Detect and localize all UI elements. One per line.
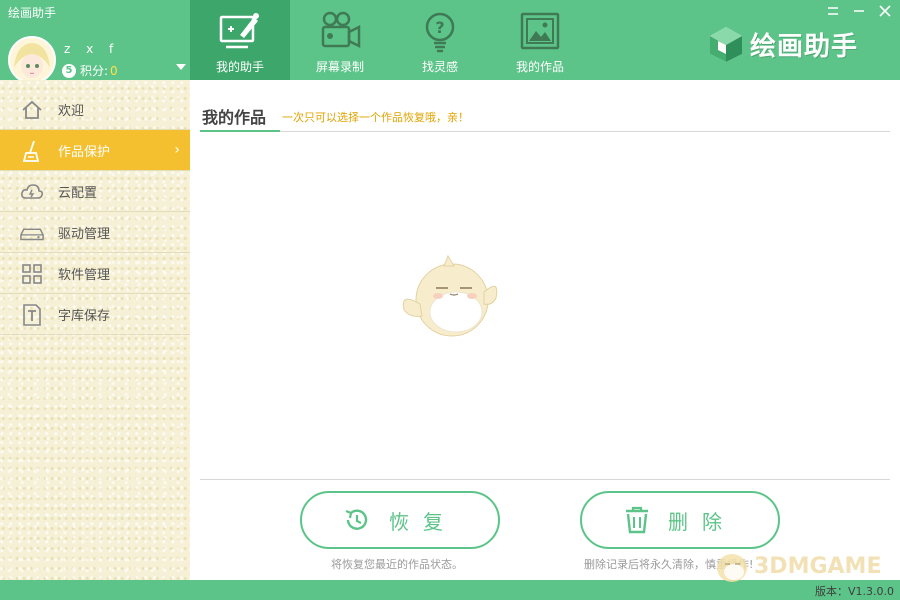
tab-find-inspiration[interactable]: ? 找灵感 [390,0,490,80]
title-underline [200,130,280,132]
cloud-icon [20,180,44,204]
title-bar: 绘画助手 z x f 5 积分: 0 我的助手 屏幕录制 ? 找灵感 我的作品 … [0,0,900,84]
clock-icon [345,509,368,530]
close-icon[interactable] [876,3,894,19]
sidebar: 欢迎 作品保护 › 云配置 驱动管理 软件管理 字库保存 [0,80,190,580]
tab-my-assistant[interactable]: 我的助手 [190,0,290,80]
sidebar-item-welcome[interactable]: 欢迎 [0,89,190,130]
sidebar-item-work-protect[interactable]: 作品保护 › [0,130,190,171]
tab-my-works[interactable]: 我的作品 [490,0,590,80]
sidebar-item-label: 软件管理 [58,267,111,283]
points-value: 0 [110,63,118,78]
trash-icon [626,506,648,534]
restore-note: 将恢复您最近的作品状态。 [331,558,463,571]
grid-icon [20,262,44,286]
paint-brush-icon [20,139,44,163]
points-label: 积分: [80,64,109,78]
section-hint: 一次只可以选择一个作品恢复哦，亲！ [282,111,469,124]
version-label: 版本：V1.3.0.0 [814,585,894,598]
watermark-mascot-icon [717,554,747,582]
sidebar-item-label: 云配置 [58,185,98,201]
minimize-button[interactable] [850,3,868,19]
tab-label: 我的助手 [215,60,264,74]
sidebar-item-label: 欢迎 [58,103,85,119]
points-display: 5 积分: 0 [62,62,118,79]
level-badge: 5 [62,63,76,78]
sidebar-item-label: 字库保存 [58,308,111,324]
sidebar-item-label: 驱动管理 [58,226,111,242]
lightbulb-icon: ? [417,8,463,54]
sidebar-item-software-manage[interactable]: 软件管理 [0,253,190,294]
tab-screen-record[interactable]: 屏幕录制 [290,0,390,80]
tab-label: 找灵感 [421,60,458,74]
sidebar-item-label: 作品保护 [58,144,111,160]
watermark: 3DMGAME [712,548,881,584]
delete-button[interactable]: 删除 [580,491,780,549]
window-controls [824,3,894,19]
assistant-monitor-icon [217,8,263,54]
divider [200,479,890,480]
tab-label: 我的作品 [515,60,564,74]
tab-label: 屏幕录制 [315,60,364,74]
brand-text: 绘画助手 [750,31,859,62]
delete-label: 删除 [668,509,736,534]
username: z x f [64,42,120,56]
restore-label: 恢复 [389,509,457,534]
svg-text:?: ? [435,18,444,37]
divider [280,131,890,132]
chevron-right-icon: › [174,142,180,158]
avatar[interactable] [8,36,56,84]
watermark-text: 3DMGAME [754,553,882,579]
font-icon [20,303,44,327]
page-title: 我的作品 [202,108,267,127]
camera-icon [317,8,363,54]
main-nav: 我的助手 屏幕录制 ? 找灵感 我的作品 [190,0,590,80]
app-title: 绘画助手 [8,6,57,20]
sidebar-item-driver-manage[interactable]: 驱动管理 [0,212,190,253]
minimize-icon[interactable] [824,3,842,19]
brand-logo: 绘画助手 [706,24,858,64]
sidebar-item-cloud-config[interactable]: 云配置 [0,171,190,212]
main-panel: 我的作品 一次只可以选择一个作品恢复哦，亲！ 恢复 将恢复您最近的作品状态。 删… [190,80,900,580]
drive-icon [20,221,44,245]
picture-icon [517,8,563,54]
user-dropdown-icon[interactable] [176,64,186,70]
sidebar-item-font-save[interactable]: 字库保存 [0,294,190,335]
mascot-image [396,252,500,346]
restore-button[interactable]: 恢复 [300,491,500,549]
brand-cube-icon [710,27,742,62]
home-icon [20,98,44,122]
